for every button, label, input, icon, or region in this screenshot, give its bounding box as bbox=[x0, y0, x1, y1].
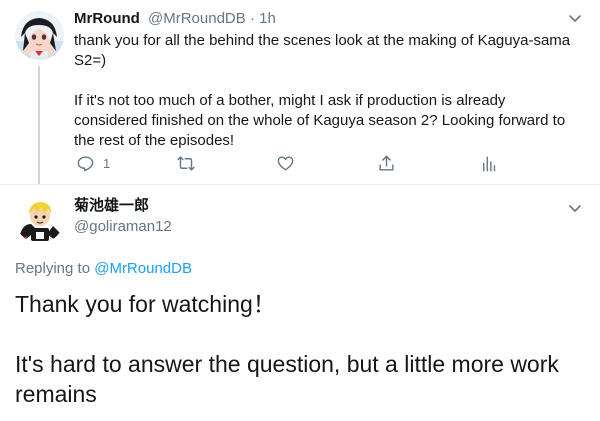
tweet-actions: 1 bbox=[74, 152, 574, 174]
heart-icon bbox=[277, 155, 294, 171]
analytics-button[interactable] bbox=[479, 152, 498, 174]
timestamp[interactable]: 1h bbox=[259, 10, 276, 27]
tweet-paragraph: thank you for all the behind the scenes … bbox=[74, 32, 571, 69]
author-handle[interactable]: @goliraman12 bbox=[74, 217, 172, 237]
author-name[interactable]: MrRound bbox=[74, 10, 140, 27]
tweet-text: thank you for all the behind the scenes … bbox=[74, 31, 574, 151]
reply-button[interactable]: 1 bbox=[76, 152, 110, 174]
anime-avatar-image bbox=[15, 11, 64, 60]
chevron-down-icon[interactable] bbox=[567, 200, 583, 216]
separator-dot: · bbox=[249, 10, 255, 27]
replying-to: Replying to @MrRoundDB bbox=[15, 259, 192, 279]
tweet-text: Thank you for watching！ It's hard to ans… bbox=[15, 289, 585, 409]
author-name[interactable]: 菊池雄一郎 bbox=[74, 196, 149, 216]
tweet-paragraph: If it's not too much of a bother, might … bbox=[74, 92, 566, 149]
replying-prefix: Replying to bbox=[15, 260, 91, 277]
main-tweet: 菊池雄一郎 @goliraman12 Replying to @MrRoundD… bbox=[0, 185, 600, 421]
chevron-down-icon[interactable] bbox=[567, 10, 583, 26]
retweet-icon bbox=[177, 155, 195, 171]
avatar[interactable] bbox=[15, 194, 64, 243]
reply-icon bbox=[77, 155, 94, 171]
analytics-icon bbox=[483, 155, 496, 171]
share-icon bbox=[379, 155, 394, 171]
thread-line bbox=[38, 66, 40, 184]
mention-link[interactable]: @MrRoundDB bbox=[94, 260, 192, 277]
reply-count: 1 bbox=[103, 155, 111, 171]
cartoon-avatar-image bbox=[15, 194, 64, 243]
tweet-paragraph: Thank you for watching！ bbox=[15, 291, 276, 317]
reply-tweet[interactable]: MrRound @MrRoundDB · 1h thank you for al… bbox=[0, 0, 600, 184]
like-button[interactable] bbox=[276, 152, 295, 174]
avatar[interactable] bbox=[15, 11, 64, 60]
tweet-header: MrRound @MrRoundDB · 1h bbox=[74, 9, 276, 29]
share-button[interactable] bbox=[377, 152, 396, 174]
tweet-paragraph: It's hard to answer the question, but a … bbox=[15, 351, 559, 407]
retweet-button[interactable] bbox=[176, 152, 196, 174]
author-handle[interactable]: @MrRoundDB bbox=[148, 10, 246, 27]
